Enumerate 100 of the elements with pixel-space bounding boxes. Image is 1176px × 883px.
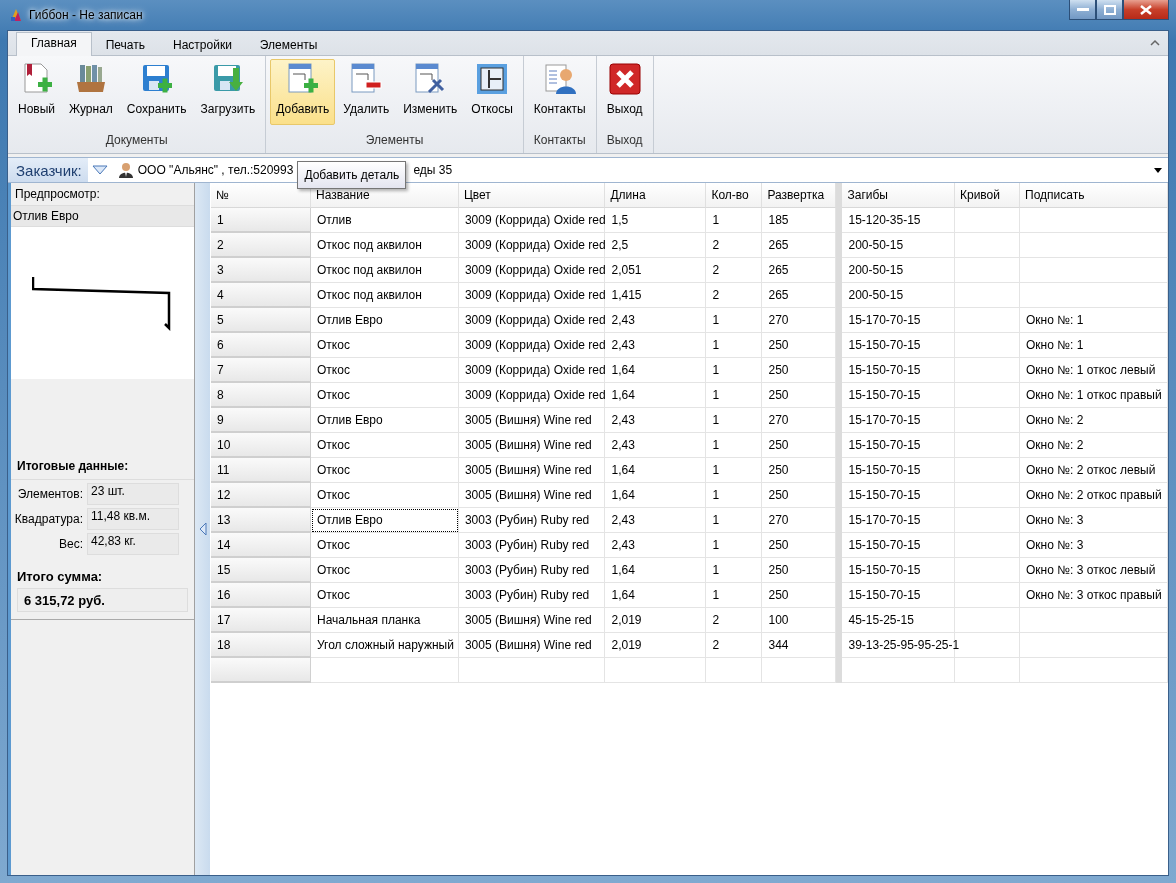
row-number[interactable]: 12 [211, 483, 311, 508]
row-number[interactable]: 2 [211, 233, 311, 258]
table-cell [955, 308, 1020, 333]
row-number[interactable]: 8 [211, 383, 311, 408]
column-header[interactable]: Цвет [458, 183, 606, 208]
ribbon-button[interactable]: Новый [12, 59, 62, 125]
table-cell: 15-120-35-15 [842, 208, 955, 233]
row-number[interactable]: 11 [211, 458, 311, 483]
ribbon-button[interactable]: Выход [600, 59, 649, 125]
table-cell: 3003 (Рубин) Ruby red [458, 508, 606, 533]
app-logo-icon [9, 7, 23, 23]
row-number[interactable]: 18 [211, 633, 311, 658]
ribbon-button[interactable]: Загрузить [194, 59, 262, 125]
table-cell [955, 383, 1020, 408]
table-cell: 1 [706, 358, 763, 383]
minimize-button[interactable] [1069, 0, 1096, 20]
table-cell: 1 [706, 208, 763, 233]
table-cell: 2,43 [605, 408, 707, 433]
table-cell: 1,64 [605, 358, 707, 383]
table-cell: 2,43 [605, 333, 707, 358]
table-cell [955, 408, 1020, 433]
table-cell: Откос [311, 583, 459, 608]
group-label: Контакты [532, 132, 587, 149]
table-cell: 2,019 [605, 633, 707, 658]
close-icon [1140, 4, 1152, 15]
table-cell: 200-50-15 [842, 283, 955, 308]
table-cell: Откос [311, 533, 459, 558]
ribbon-button[interactable]: Откосы [465, 59, 519, 125]
row-header[interactable] [211, 658, 311, 683]
ribbon-button[interactable]: Изменить [397, 59, 464, 125]
column-header[interactable]: Подписать [1020, 183, 1168, 208]
window-frame-icon [475, 62, 510, 96]
close-button[interactable] [1123, 0, 1169, 20]
table-cell: 2,051 [605, 258, 707, 283]
dropdown-triangle-icon[interactable] [91, 165, 108, 175]
table-cell: 2 [706, 633, 763, 658]
table-cell: 3009 (Коррида) Oxide red [458, 233, 606, 258]
row-number[interactable]: 7 [211, 358, 311, 383]
table-cell: 1 [706, 383, 763, 408]
ribbon-button[interactable]: Удалить [337, 59, 396, 125]
table-cell: 1,64 [605, 483, 707, 508]
column-splitter[interactable] [836, 183, 843, 208]
table-cell: Откос [311, 358, 459, 383]
table-cell: 45-15-25-15 [842, 608, 955, 633]
group-label: Документы [104, 132, 169, 149]
collapse-ribbon-icon[interactable] [1150, 39, 1160, 47]
ribbon-tab[interactable]: Элементы [245, 35, 332, 55]
row-number[interactable]: 6 [211, 333, 311, 358]
column-header[interactable]: Кол-во [706, 183, 763, 208]
totals-value: 42,83 кг. [87, 533, 179, 555]
empty-cell[interactable] [955, 658, 1020, 683]
column-header[interactable]: Развертка [762, 183, 837, 208]
empty-cell[interactable] [458, 658, 606, 683]
row-number[interactable]: 15 [211, 558, 311, 583]
empty-cell[interactable] [605, 658, 707, 683]
table-cell [955, 583, 1020, 608]
row-number[interactable]: 4 [211, 283, 311, 308]
collapse-left-icon[interactable] [198, 522, 207, 536]
ribbon-button[interactable]: Контакты [527, 59, 592, 125]
empty-cell[interactable] [706, 658, 763, 683]
table-cell: Откос под аквилон [311, 258, 459, 283]
table-cell: Окно №: 2 откос левый [1020, 458, 1168, 483]
table-cell: 1,64 [605, 458, 707, 483]
row-number[interactable]: 13 [211, 508, 311, 533]
window-plus-icon [285, 62, 320, 96]
ribbon-tab[interactable]: Главная [16, 32, 92, 56]
row-number[interactable]: 1 [211, 208, 311, 233]
maximize-button[interactable] [1096, 0, 1123, 20]
column-header[interactable]: Длина [605, 183, 707, 208]
table-cell: Откос [311, 333, 459, 358]
table-cell: Окно №: 3 откос правый [1020, 583, 1168, 608]
row-number[interactable]: 10 [211, 433, 311, 458]
table-cell [955, 258, 1020, 283]
empty-cell[interactable] [1020, 658, 1168, 683]
table-cell: Начальная планка [311, 608, 459, 633]
ribbon-tab[interactable]: Печать [91, 35, 159, 55]
row-number[interactable]: 9 [211, 408, 311, 433]
row-number[interactable]: 16 [211, 583, 311, 608]
ribbon-button[interactable]: Сохранить [120, 59, 193, 125]
column-header[interactable]: Кривой [955, 183, 1020, 208]
ribbon-button[interactable]: Добавить [270, 59, 336, 125]
row-number[interactable]: 3 [211, 258, 311, 283]
table-cell: 3005 (Вишня) Wine red [458, 483, 606, 508]
table-cell: 2,43 [605, 433, 707, 458]
row-number[interactable]: 17 [211, 608, 311, 633]
table-cell: 2,43 [605, 508, 707, 533]
row-number[interactable]: 5 [211, 308, 311, 333]
column-header[interactable]: Загибы [842, 183, 955, 208]
table-cell: 1 [706, 558, 763, 583]
totals-label: Элементов: [16, 487, 83, 501]
ribbon-tab[interactable]: Настройки [159, 35, 246, 55]
table-cell: 15-150-70-15 [842, 333, 955, 358]
ribbon-button[interactable]: Журнал [63, 59, 119, 125]
table-cell: Окно №: 2 откос правый [1020, 483, 1168, 508]
column-splitter[interactable] [836, 658, 843, 683]
table-cell: 1 [706, 458, 763, 483]
table-cell [955, 233, 1020, 258]
sum-value: 6 315,72 руб. [17, 588, 188, 612]
row-number[interactable]: 14 [211, 533, 311, 558]
dropdown-arrow-icon[interactable] [1154, 167, 1162, 173]
